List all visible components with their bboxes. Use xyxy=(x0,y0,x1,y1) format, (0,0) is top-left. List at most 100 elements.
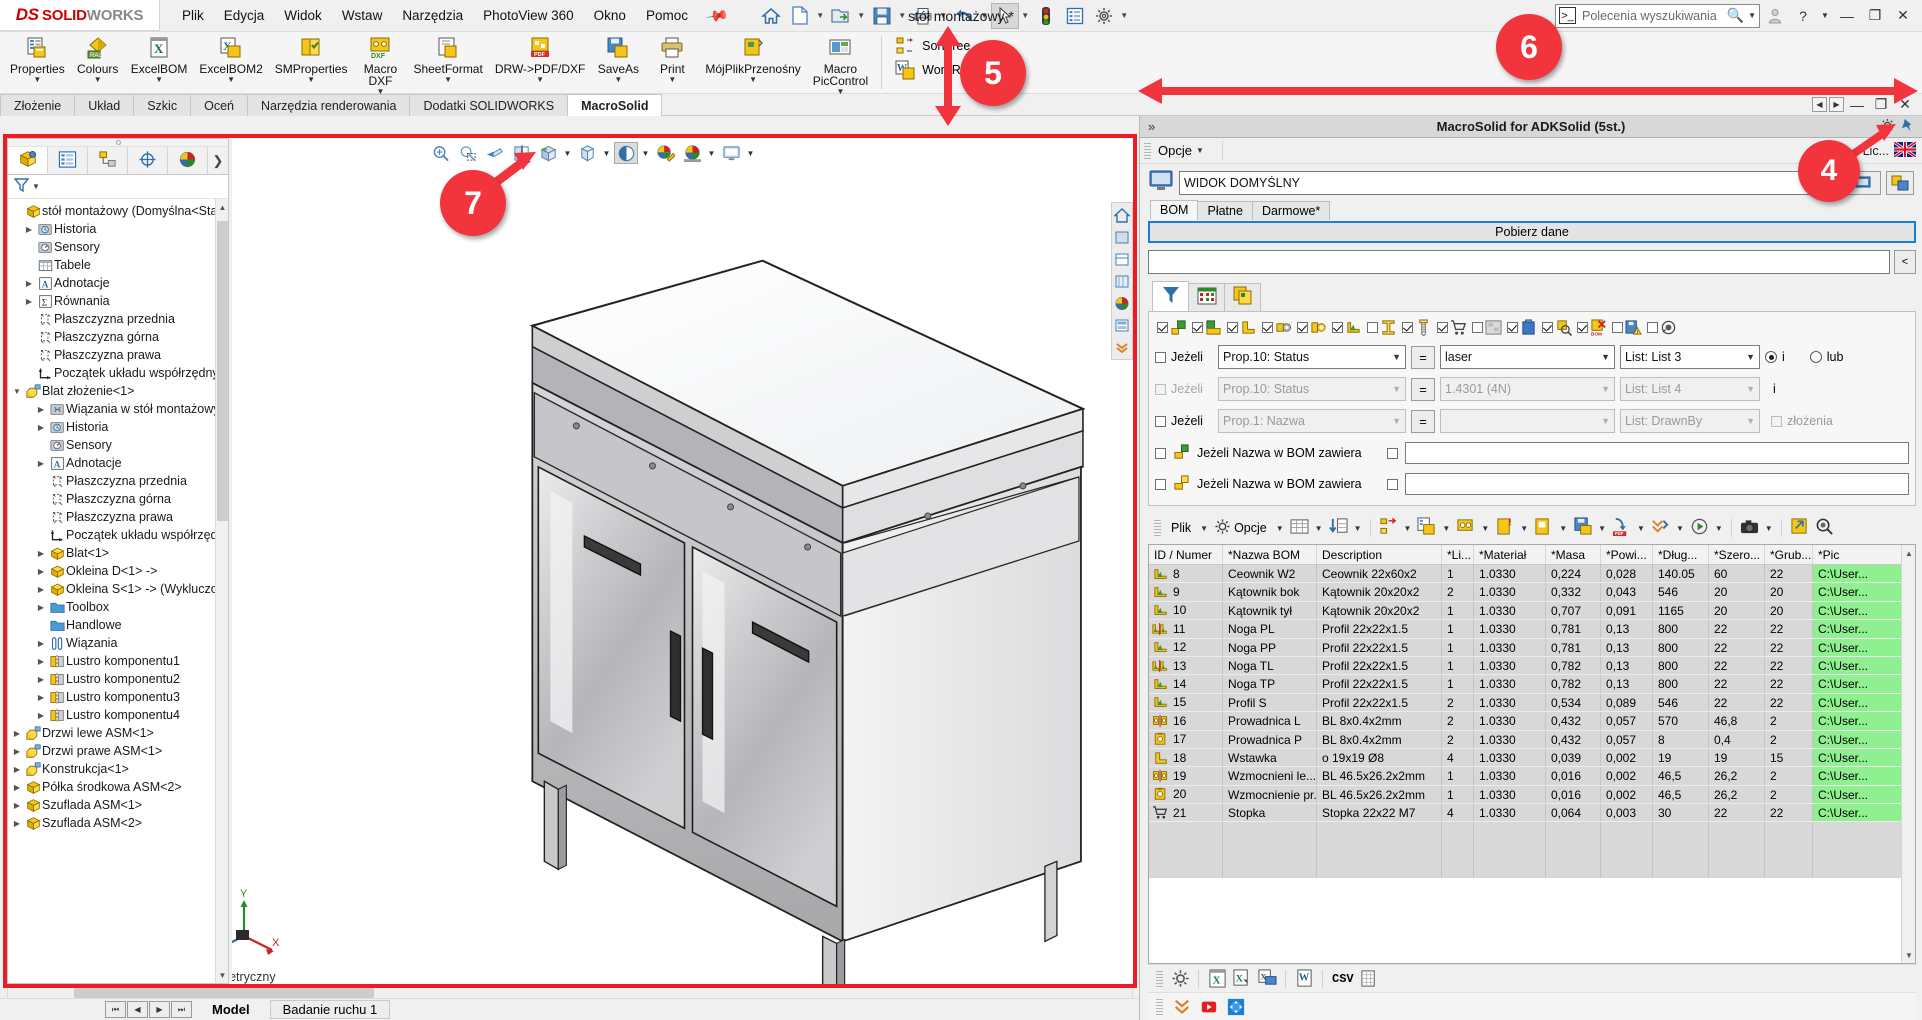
chevron-down-icon[interactable]: ▼ xyxy=(1388,384,1401,394)
ribbon-button-excelbom2[interactable]: X ExcelBOM2 ▼ xyxy=(193,32,268,85)
chevron-right-icon[interactable]: ▶ xyxy=(22,297,36,306)
chevron-down-icon[interactable]: ▼ xyxy=(1742,384,1755,394)
tab-table-grid[interactable] xyxy=(1188,283,1225,311)
feature-tree-item[interactable]: ▶ Wiązania w stół montażowy xyxy=(8,400,228,418)
next-icon[interactable]: ▶ xyxy=(149,1001,170,1018)
condition-3-assemblies-checkbox[interactable] xyxy=(1771,415,1782,427)
chevron-down-icon[interactable]: ▼ xyxy=(227,75,235,85)
assembly-3d-model[interactable] xyxy=(232,138,1133,984)
chevron-down-icon[interactable]: ▼ xyxy=(32,182,40,191)
rebuild-icon[interactable] xyxy=(1032,3,1060,29)
options-list-icon[interactable] xyxy=(1061,3,1089,29)
toolbar-grip[interactable] xyxy=(1144,142,1151,159)
column-header-material[interactable]: *Materiał xyxy=(1474,545,1546,564)
condition-2-value-combo[interactable]: 1.4301 (4N) ▼ xyxy=(1440,377,1615,401)
tab-zlozenie[interactable]: Złożenie xyxy=(0,94,76,116)
bom-table-row[interactable]: 13 Noga TL Profil 22x22x1.5 1 1.0330 0,782 0,1… xyxy=(1149,656,1915,676)
ribbon-button-macro-pic-control[interactable]: Macro PicControl ▼ xyxy=(807,32,874,97)
chevron-down-icon[interactable]: ▼ xyxy=(1597,384,1610,394)
name-filter-2-checkbox[interactable] xyxy=(1155,478,1166,490)
tab-filter[interactable] xyxy=(1152,281,1189,311)
tab-uklad[interactable]: Układ xyxy=(74,94,135,116)
chevron-down-icon[interactable]: ▼ xyxy=(746,149,755,158)
last-icon[interactable]: ⏭ xyxy=(171,1001,192,1018)
type-filter-checkbox-6[interactable] xyxy=(1367,322,1378,333)
type-filter-checkbox-12[interactable] xyxy=(1577,322,1588,333)
bom-table-row[interactable]: 15 Profil S Profil 22x22x1.5 2 1.0330 0,534 0,… xyxy=(1149,693,1915,713)
feature-tree-item[interactable]: Płaszczyzna przednia xyxy=(8,472,228,490)
chevron-down-icon[interactable]: ▼ xyxy=(1596,524,1608,533)
scroll-up-icon[interactable]: ▲ xyxy=(216,199,228,215)
view-top-icon[interactable] xyxy=(1113,250,1131,268)
chevron-double-down-icon[interactable] xyxy=(1171,996,1193,1018)
apply-scene-icon[interactable] xyxy=(680,142,704,164)
condition-2-list-combo[interactable]: List: List 4 ▼ xyxy=(1620,377,1760,401)
chevron-down-icon[interactable]: ▼ xyxy=(94,75,102,85)
column-header-description[interactable]: Description xyxy=(1317,545,1442,564)
select-arrow-icon[interactable] xyxy=(990,2,1019,29)
scroll-down-icon[interactable]: ▼ xyxy=(1902,947,1915,963)
feature-tree-item[interactable]: ▶ Okleina S<1> -> (Wykluczo xyxy=(8,580,228,598)
chevron-down-icon[interactable]: ▼ xyxy=(938,11,949,20)
chevron-down-icon[interactable]: ▼ xyxy=(1818,3,1832,29)
name-filter-1-checkbox[interactable] xyxy=(1155,447,1166,459)
type-filter-checkbox-7[interactable] xyxy=(1402,322,1413,333)
camera-button[interactable] xyxy=(1738,517,1761,539)
chevron-down-icon[interactable]: ▼ xyxy=(602,149,611,158)
ribbon-button-sheetformat[interactable]: SheetFormat ▼ xyxy=(407,32,488,85)
feature-tree-item[interactable]: Płaszczyzna prawa xyxy=(8,508,228,526)
doc-restore-icon[interactable]: ❐ xyxy=(1870,96,1892,113)
chevron-down-icon[interactable]: ▼ xyxy=(1388,416,1401,426)
command-search-box[interactable]: >_ Polecenia wyszukiwania 🔍 ▼ xyxy=(1555,3,1760,28)
bom-table-scrollbar[interactable]: ▲ ▼ xyxy=(1901,545,1915,963)
type-filter-checkbox-10[interactable] xyxy=(1507,322,1518,333)
print-icon[interactable] xyxy=(909,3,937,29)
chevron-down-icon[interactable]: ▼ xyxy=(33,75,41,85)
condition-1-list-combo[interactable]: List: List 3 ▼ xyxy=(1620,345,1760,369)
tab-szkic[interactable]: Szkic xyxy=(133,94,192,116)
chevron-down-icon[interactable]: ▼ xyxy=(536,75,544,85)
view-select-combo[interactable]: WIDOK DOMYŚLNY ▼ xyxy=(1179,170,1842,195)
menu-item-narzedzia[interactable]: Narzędzia xyxy=(392,4,473,27)
feature-tree-item[interactable]: Płaszczyzna górna xyxy=(8,490,228,508)
chevron-right-icon[interactable]: ▶ xyxy=(10,765,24,774)
statusbar-tab-motion-study[interactable]: Badanie ruchu 1 xyxy=(269,1000,391,1019)
chevron-right-icon[interactable]: ▶ xyxy=(34,585,48,594)
close-icon[interactable]: ✕ xyxy=(1890,3,1916,29)
expand-blue-icon[interactable] xyxy=(1225,996,1247,1018)
open-folder-icon[interactable] xyxy=(827,3,855,29)
chevron-down-icon[interactable]: ▼ xyxy=(897,11,908,20)
pdf-export-button[interactable] xyxy=(1571,517,1594,539)
column-header-width[interactable]: *Szero... xyxy=(1709,545,1765,564)
feature-tree-item[interactable]: ▶ Blat<1> xyxy=(8,544,228,562)
chevron-right-icon[interactable]: ▶ xyxy=(22,225,36,234)
chevron-down-icon[interactable]: ▼ xyxy=(1388,352,1401,362)
condition-1-value-combo[interactable]: laser ▼ xyxy=(1440,345,1615,369)
chevron-right-icon[interactable]: ▶ xyxy=(34,675,48,684)
tree-scroll-thumb[interactable] xyxy=(217,221,228,521)
tree-export-button[interactable] xyxy=(1377,517,1400,539)
type-filter-checkbox-8[interactable] xyxy=(1437,322,1448,333)
type-filter-checkbox-2[interactable] xyxy=(1227,322,1238,333)
display-icon[interactable] xyxy=(1113,294,1131,312)
bom-table-row[interactable]: 9 Kątownik bok Kątownik 20x20x2 2 1.0330 0,33… xyxy=(1149,583,1915,602)
scroll-down-icon[interactable]: ▼ xyxy=(216,967,228,983)
type-filter-checkbox-13[interactable] xyxy=(1612,322,1623,333)
chevron-down-icon[interactable]: ▼ xyxy=(641,149,650,158)
column-header-thickness[interactable]: *Grub... xyxy=(1765,545,1813,564)
bom-table[interactable]: ID / Numer *Nazwa BOM Description *Li...… xyxy=(1148,544,1916,964)
chevron-down-icon[interactable]: ▼ xyxy=(444,75,452,85)
chevron-down-icon[interactable]: ▼ xyxy=(563,149,572,158)
chevron-down-icon[interactable]: ▼ xyxy=(1557,524,1569,533)
feature-tree-item[interactable]: ▶ A Adnotacje xyxy=(8,274,228,292)
collapse-all-button[interactable] xyxy=(1649,517,1672,539)
view-front-icon[interactable] xyxy=(1113,228,1131,246)
type-filter-checkbox-5[interactable] xyxy=(1332,322,1343,333)
feature-tree-item[interactable]: Sensory xyxy=(8,436,228,454)
feature-tree-item[interactable]: ▶ Historia xyxy=(8,220,228,238)
feature-tree-item[interactable]: ▶ Drzwi prawe ASM<1> xyxy=(8,742,228,760)
save-icon[interactable] xyxy=(868,3,896,29)
options-menu-label[interactable]: Opcje xyxy=(1154,143,1196,158)
chevron-down-icon[interactable]: ▼ xyxy=(1597,416,1610,426)
next-doc-icon[interactable]: ▶ xyxy=(1829,97,1844,112)
